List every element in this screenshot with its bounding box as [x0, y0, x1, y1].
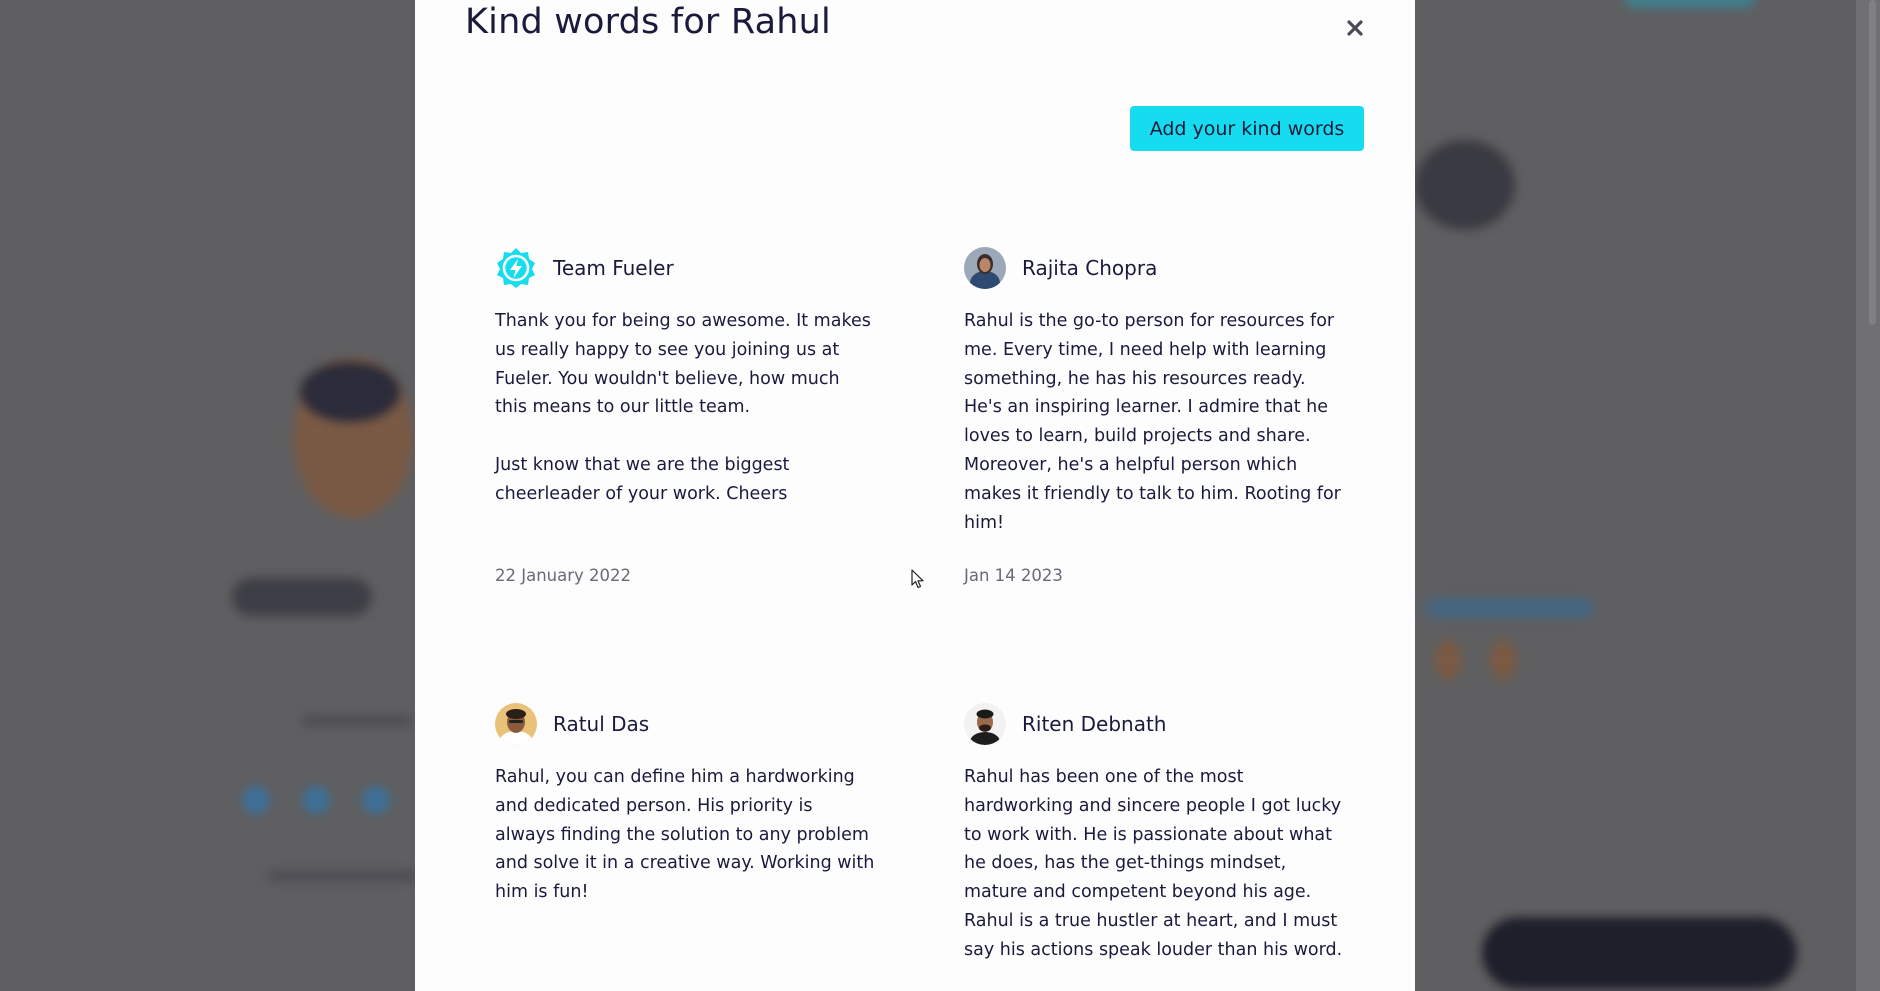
bg-tag-blob	[1425, 597, 1595, 619]
testimonial-card: Rajita Chopra Rahul is the go-to person …	[964, 247, 1344, 566]
bg-bottom-pill	[1482, 917, 1797, 989]
testimonial-header: Team Fueler	[495, 247, 875, 289]
bg-logo-blob	[1415, 140, 1515, 230]
bg-name-blob	[232, 578, 372, 616]
testimonial-author: Rajita Chopra	[1022, 256, 1158, 280]
testimonial-author: Team Fueler	[553, 256, 674, 280]
testimonial-date: Jan 14 2023	[964, 566, 1063, 585]
bg-line-1	[302, 716, 412, 726]
bg-dot-2	[302, 786, 330, 814]
user-avatar	[964, 247, 1006, 289]
testimonial-paragraph: Just know that we are the biggest cheerl…	[495, 454, 790, 504]
bg-dot-3	[362, 786, 390, 814]
kind-words-modal: Kind words for Rahul Add your kind words…	[415, 0, 1415, 991]
mouse-cursor-icon	[911, 569, 924, 589]
testimonial-card: Team Fueler Thank you for being so aweso…	[495, 247, 875, 537]
testimonial-card: Riten Debnath Rahul has been one of the …	[964, 703, 1344, 991]
bg-dot-1	[242, 786, 270, 814]
testimonial-date: 22 January 2022	[495, 566, 632, 585]
user-avatar	[964, 703, 1006, 745]
lightning-badge-icon	[495, 247, 537, 289]
testimonial-header: Riten Debnath	[964, 703, 1344, 745]
testimonial-paragraph: Rahul, you can define him a hardworking …	[495, 767, 875, 903]
testimonial-author: Ratul Das	[553, 712, 650, 736]
testimonial-card: Ratul Das Rahul, you can define him a ha…	[495, 703, 875, 936]
testimonial-header: Rajita Chopra	[964, 247, 1344, 289]
testimonial-paragraph: Rahul is the go-to person for resources …	[964, 311, 1341, 533]
testimonial-header: Ratul Das	[495, 703, 875, 745]
add-kind-words-button[interactable]: Add your kind words	[1130, 106, 1364, 151]
bg-icon-blob-1	[1435, 640, 1461, 680]
bg-top-pill	[1625, 0, 1755, 8]
user-avatar	[495, 703, 537, 745]
testimonial-author: Riten Debnath	[1022, 712, 1167, 736]
close-icon	[1347, 20, 1363, 36]
testimonial-message: Rahul, you can define him a hardworking …	[495, 763, 875, 907]
bg-line-2	[268, 871, 418, 881]
page-scrollbar[interactable]	[1856, 0, 1880, 991]
close-button[interactable]	[1340, 13, 1370, 43]
testimonial-message: Rahul is the go-to person for resources …	[964, 307, 1344, 537]
bg-avatar-hair-blob	[300, 362, 400, 422]
testimonial-message: Rahul has been one of the most hardworki…	[964, 763, 1344, 965]
testimonial-paragraph: Rahul has been one of the most hardworki…	[964, 767, 1343, 960]
page-scrollbar-thumb[interactable]	[1869, 0, 1876, 325]
testimonial-message: Thank you for being so awesome. It makes…	[495, 307, 875, 509]
modal-title: Kind words for Rahul	[465, 2, 831, 42]
bg-icon-blob-2	[1490, 640, 1516, 680]
testimonial-paragraph: Thank you for being so awesome. It makes…	[495, 311, 871, 418]
